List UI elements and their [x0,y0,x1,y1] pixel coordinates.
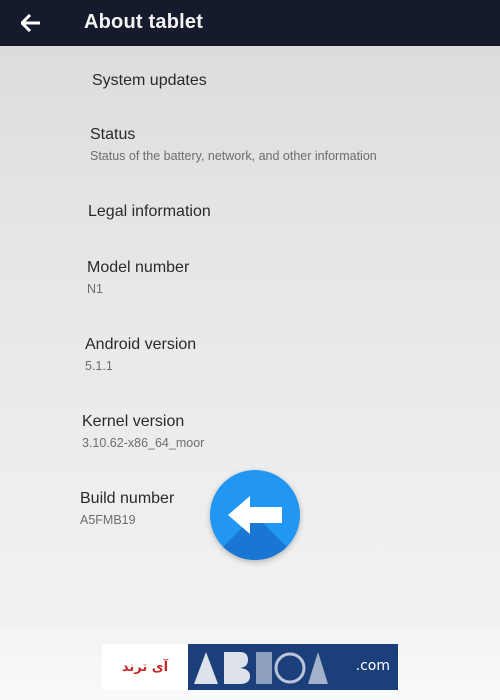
item-subtitle: A5FMB19 [80,513,136,527]
list-item-status[interactable]: Status Status of the battery, network, a… [90,126,377,163]
back-button[interactable] [18,10,44,36]
arrow-left-icon [228,496,282,534]
item-subtitle: 5.1.1 [85,359,113,373]
item-subtitle: 3.10.62-x86_64_moor [82,436,205,450]
watermark-arabic-text: آی ترند [102,644,188,690]
app-bar: About tablet [0,0,500,46]
watermark-domain: .com [355,658,390,674]
list-item-system-updates[interactable]: System updates [92,72,207,90]
item-title: Model number [87,259,190,276]
list-item-kernel-version[interactable]: Kernel version 3.10.62-x86_64_moor [82,413,204,450]
list-item-build-number[interactable]: Build number A5FMB19 [80,490,174,527]
list-item-legal-information[interactable]: Legal information [88,203,211,221]
item-subtitle: Status of the battery, network, and othe… [90,149,377,163]
watermark-graphic: .com [188,644,398,690]
item-title: System updates [92,72,207,89]
item-title: Status [90,126,136,143]
arrow-left-icon [21,14,40,32]
page-title: About tablet [84,11,204,33]
list-item-android-version[interactable]: Android version 5.1.1 [85,336,196,373]
item-title: Kernel version [82,413,185,430]
item-title: Legal information [88,203,211,220]
item-title: Build number [80,490,175,507]
item-title: Android version [85,336,197,353]
list-item-model-number[interactable]: Model number N1 [87,259,189,296]
item-subtitle: N1 [87,282,103,296]
pointer-arrow-badge [210,470,300,560]
watermark-logo: آی ترند .com [102,644,398,690]
